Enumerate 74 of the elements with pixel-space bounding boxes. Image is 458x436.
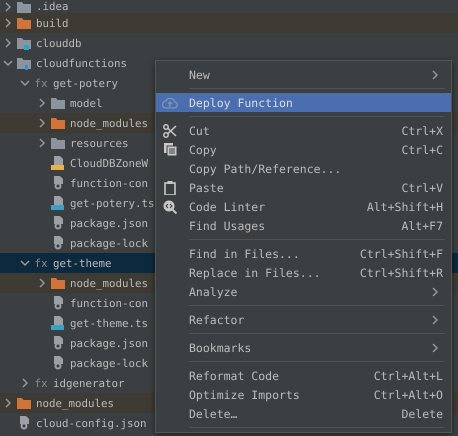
tree-item-label[interactable]: package.json <box>70 336 148 350</box>
menu-item[interactable]: Paste Ctrl+V <box>156 178 451 197</box>
menu-item[interactable]: Find Usages Alt+F7 <box>156 216 451 235</box>
tree-item-label[interactable]: get-potery <box>53 76 118 90</box>
shortcut: Alt+Shift+H <box>366 200 443 214</box>
tree-item-label[interactable]: clouddb <box>36 36 82 50</box>
menu-item[interactable]: Bookmarks <box>156 338 451 357</box>
function-folder-icon <box>17 56 31 70</box>
tree-item-label[interactable]: CloudDBZoneW <box>70 156 148 170</box>
cloud-upload-icon <box>162 96 178 109</box>
js-file-icon <box>51 156 65 170</box>
menu-item[interactable]: Reformat Code Ctrl+Alt+L <box>156 366 451 385</box>
clipboard-icon <box>164 180 176 194</box>
tree-item-label[interactable]: resources <box>70 136 129 150</box>
shortcut: Ctrl+Alt+O <box>374 388 443 402</box>
menu-item[interactable]: Refactor <box>156 310 451 329</box>
tree-item-label[interactable]: cloudfunctions <box>36 56 128 70</box>
function-icon: fx <box>34 76 48 90</box>
shortcut: Ctrl+C <box>401 142 443 156</box>
menu-item[interactable]: Deploy Function <box>156 93 451 112</box>
shortcut: Ctrl+Shift+F <box>360 246 443 260</box>
config-file-icon <box>52 336 64 350</box>
menu-item[interactable]: Code Linter Alt+Shift+H <box>156 197 451 216</box>
menu-item[interactable]: Analyze <box>156 282 451 301</box>
folder-icon <box>51 137 65 149</box>
tree-item-label[interactable]: node_modules <box>70 276 148 290</box>
config-file-icon <box>18 416 30 430</box>
shortcut: Delete <box>401 406 443 420</box>
menu-item[interactable]: Copy Path/Reference... <box>156 159 451 178</box>
config-file-icon <box>52 176 64 190</box>
shortcut: Ctrl+V <box>401 180 443 194</box>
code-linter-icon <box>163 200 177 214</box>
tree-item-label[interactable]: model <box>70 96 103 110</box>
tree-item-label[interactable]: node_modules <box>36 396 114 410</box>
folder-icon <box>51 277 65 289</box>
tree-item-label[interactable]: .idea <box>36 0 69 13</box>
ts-file-icon <box>51 316 65 330</box>
folder-icon <box>51 97 65 109</box>
tree-item-label[interactable]: build <box>36 16 69 30</box>
tree-item-label[interactable]: get-potery.ts <box>70 196 155 210</box>
config-file-icon <box>52 216 64 230</box>
scissors-icon <box>163 124 177 138</box>
folder-icon <box>17 397 31 409</box>
menu-item[interactable]: New <box>156 65 451 84</box>
tree-item-label[interactable]: cloud-config.json <box>36 416 147 430</box>
tree-item-label[interactable]: get-theme <box>53 256 112 270</box>
shortcut: Alt+F7 <box>401 218 443 232</box>
tree-item-label[interactable]: node_modules <box>70 116 148 130</box>
tree-item-label[interactable]: package-lock <box>70 356 148 370</box>
tree-item-label[interactable]: get-theme.ts <box>70 316 148 330</box>
config-file-icon <box>52 296 64 310</box>
database-folder-icon <box>17 36 31 50</box>
tree-item-label[interactable]: function-con <box>70 176 148 190</box>
config-file-icon <box>52 356 64 370</box>
tree-item-label[interactable]: package-lock <box>70 236 148 250</box>
menu-item[interactable]: Find in Files... Ctrl+Shift+F <box>156 244 451 263</box>
folder-icon <box>51 117 65 129</box>
function-icon: fx <box>34 376 48 390</box>
ts-file-icon <box>51 196 65 210</box>
tree-item-label[interactable]: package.json <box>70 216 148 230</box>
menu-item[interactable]: Cut Ctrl+X <box>156 121 451 140</box>
folder-icon <box>17 17 31 29</box>
shortcut: Ctrl+Shift+R <box>360 266 443 280</box>
menu-item[interactable]: Optimize Imports Ctrl+Alt+O <box>156 385 451 404</box>
config-file-icon <box>52 236 64 250</box>
menu-item[interactable]: Replace in Files... Ctrl+Shift+R <box>156 263 451 282</box>
function-icon: fx <box>34 256 48 270</box>
shortcut: Ctrl+Alt+L <box>374 368 443 382</box>
copy-icon <box>164 143 176 156</box>
menu-item[interactable]: Copy Ctrl+C <box>156 140 451 159</box>
tree-item-label[interactable]: idgenerator <box>53 376 125 390</box>
shortcut: Ctrl+X <box>401 124 443 138</box>
tree-item-label[interactable]: function-con <box>70 296 148 310</box>
menu-item[interactable]: Delete… Delete <box>156 404 451 423</box>
